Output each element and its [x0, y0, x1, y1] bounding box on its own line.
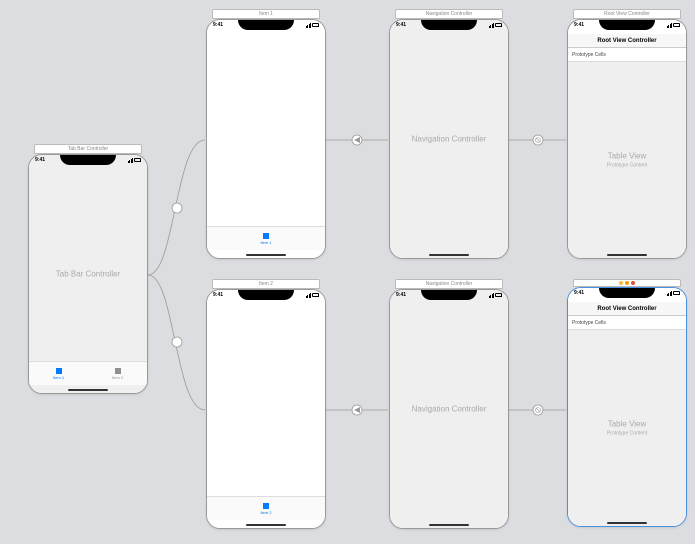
phone-frame[interactable]: 9:41 Root View Controller Prototype Cell…	[567, 19, 687, 259]
scene-root-view-controller-1[interactable]: Root View Controller 9:41 Root View Cont…	[567, 9, 687, 259]
controller-placeholder: Navigation Controller	[412, 135, 487, 144]
battery-icon	[495, 293, 502, 297]
phone-frame[interactable]: 9:41 Item 1	[206, 19, 326, 259]
scene-item-1[interactable]: Item 1 9:41 Item 1	[206, 9, 326, 259]
battery-icon	[312, 293, 319, 297]
status-time: 9:41	[213, 22, 223, 28]
prototype-label: Prototype Cells	[572, 52, 606, 58]
battery-icon	[312, 23, 319, 27]
tab-bar[interactable]: Item 1	[207, 226, 325, 250]
phone-frame[interactable]: 9:41 Navigation Controller	[389, 289, 509, 529]
signal-icon	[667, 291, 673, 296]
tab-item-1[interactable]: Item 1	[29, 362, 88, 385]
prototype-label: Prototype Cells	[572, 320, 606, 326]
tab-bar[interactable]: Item 2	[207, 496, 325, 520]
tab-label: Item 1	[260, 240, 271, 245]
notch	[238, 20, 294, 30]
status-time: 9:41	[574, 22, 584, 28]
square-icon	[263, 503, 269, 509]
notch	[421, 290, 477, 300]
signal-icon	[489, 293, 495, 298]
square-icon	[56, 368, 62, 374]
phone-frame[interactable]: 9:41 Tab Bar Controller Item 1 Item 2	[28, 154, 148, 394]
home-indicator	[429, 254, 469, 256]
square-icon	[115, 368, 121, 374]
tab-label: Item 1	[53, 375, 64, 380]
signal-icon	[128, 158, 134, 163]
signal-icon	[667, 23, 673, 28]
home-indicator	[429, 524, 469, 526]
battery-icon	[673, 23, 680, 27]
status-time: 9:41	[396, 292, 406, 298]
prototype-cell[interactable]: Prototype Cells	[568, 48, 686, 62]
battery-icon	[495, 23, 502, 27]
vc-icon	[619, 281, 623, 285]
navigation-bar[interactable]: Root View Controller	[568, 34, 686, 48]
phone-frame[interactable]: 9:41 Item 2	[206, 289, 326, 529]
status-time: 9:41	[574, 290, 584, 296]
home-indicator	[246, 524, 286, 526]
phone-frame[interactable]: 9:41 Navigation Controller	[389, 19, 509, 259]
scene-title[interactable]: Navigation Controller	[395, 9, 503, 19]
home-indicator	[246, 254, 286, 256]
scene-title[interactable]: Root View Controller	[573, 9, 681, 19]
scene-navigation-controller-2[interactable]: Navigation Controller 9:41 Navigation Co…	[389, 279, 509, 529]
notch	[60, 155, 116, 165]
table-view-body[interactable]: Table View Prototype Content	[568, 330, 686, 526]
scene-navigation-controller-1[interactable]: Navigation Controller 9:41 Navigation Co…	[389, 9, 509, 259]
signal-icon	[306, 293, 312, 298]
nav-title: Root View Controller	[597, 38, 656, 44]
notch	[421, 20, 477, 30]
first-responder-icon	[625, 281, 629, 285]
tab-label: Item 2	[112, 375, 123, 380]
notch	[599, 288, 655, 298]
scene-title[interactable]: Item 2	[212, 279, 320, 289]
home-indicator	[607, 254, 647, 256]
status-time: 9:41	[213, 292, 223, 298]
table-placeholder: Table View Prototype Content	[607, 420, 647, 437]
battery-icon	[134, 158, 141, 162]
status-time: 9:41	[35, 157, 45, 163]
status-time: 9:41	[396, 22, 406, 28]
scene-item-2[interactable]: Item 2 9:41 Item 2	[206, 279, 326, 529]
tab-bar[interactable]: Item 1 Item 2	[29, 361, 147, 385]
scene-tabbar-controller[interactable]: Tab Bar Controller 9:41 Tab Bar Controll…	[28, 144, 148, 394]
controller-placeholder: Navigation Controller	[412, 405, 487, 414]
notch	[599, 20, 655, 30]
notch	[238, 290, 294, 300]
prototype-cell[interactable]: Prototype Cells	[568, 316, 686, 330]
scene-title[interactable]: Navigation Controller	[395, 279, 503, 289]
controller-placeholder: Tab Bar Controller	[56, 270, 120, 279]
scene-title[interactable]: Item 1	[212, 9, 320, 19]
home-indicator	[68, 389, 108, 391]
tab-label: Item 2	[260, 510, 271, 515]
scene-title[interactable]: Tab Bar Controller	[34, 144, 142, 154]
table-placeholder: Table View Prototype Content	[607, 152, 647, 169]
phone-frame[interactable]: 9:41 Root View Controller Prototype Cell…	[567, 287, 687, 527]
table-view-body[interactable]: Table View Prototype Content	[568, 62, 686, 258]
signal-icon	[489, 23, 495, 28]
navigation-bar[interactable]: Root View Controller	[568, 302, 686, 316]
square-icon	[263, 233, 269, 239]
nav-title: Root View Controller	[597, 306, 656, 312]
battery-icon	[673, 291, 680, 295]
home-indicator	[607, 522, 647, 524]
signal-icon	[306, 23, 312, 28]
tab-item-2[interactable]: Item 2	[88, 362, 147, 385]
scene-title[interactable]	[573, 279, 681, 287]
exit-icon	[631, 281, 635, 285]
scene-root-view-controller-2[interactable]: 9:41 Root View Controller Prototype Cell…	[567, 279, 687, 527]
